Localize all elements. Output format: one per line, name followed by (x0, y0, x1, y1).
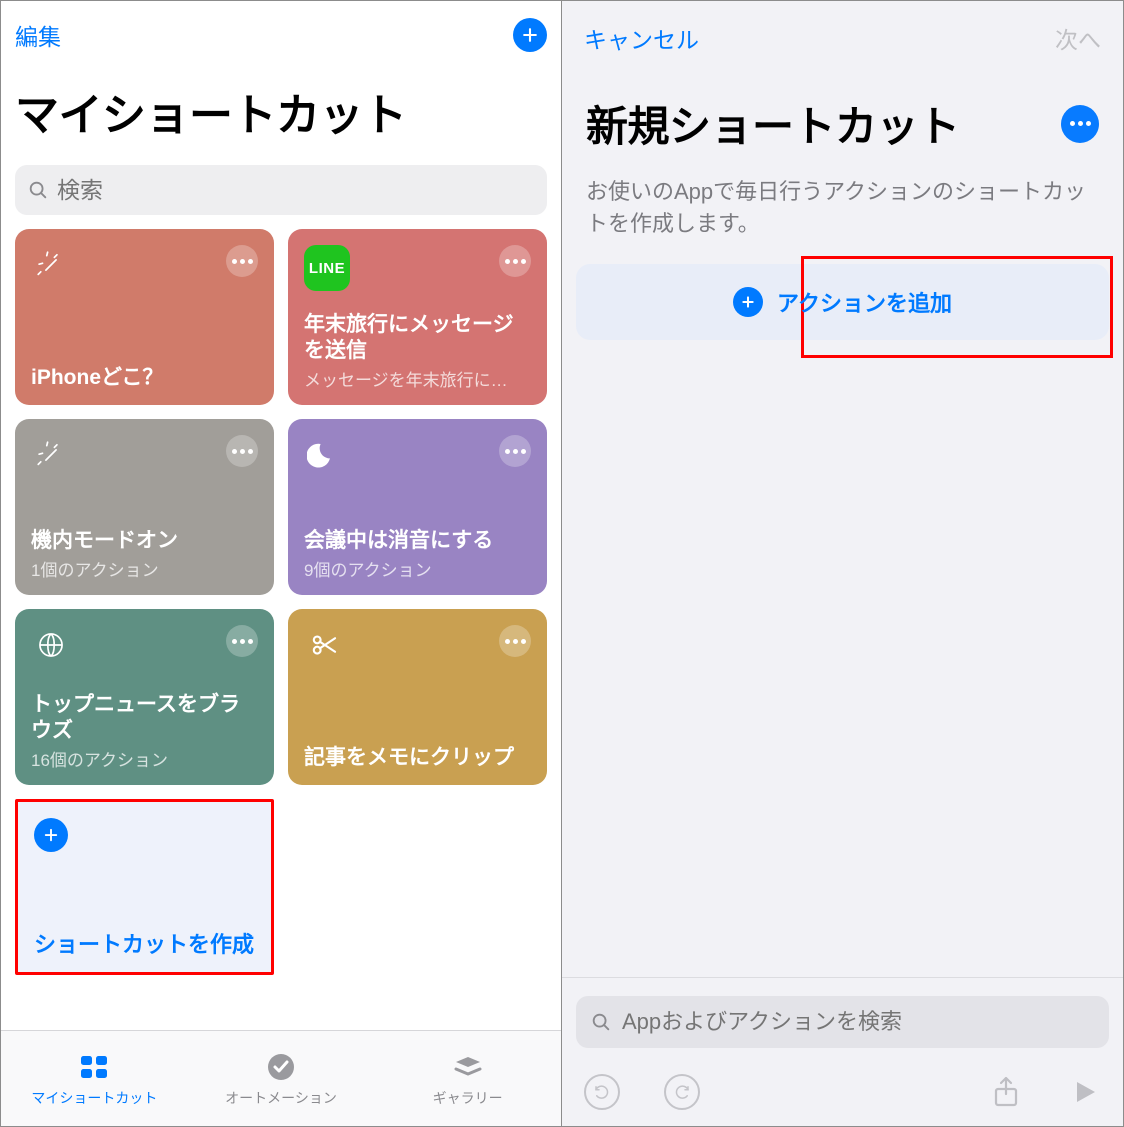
tile-subtitle: 16個のアクション (31, 746, 258, 771)
tile-subtitle: メッセージを年末旅行に… (304, 366, 531, 391)
my-shortcuts-pane: 編集 マイショートカット iPhoneどこ？ (1, 1, 562, 1126)
search-input[interactable] (57, 177, 535, 204)
wand-icon (31, 435, 71, 475)
share-icon (989, 1075, 1023, 1109)
tile-title: 記事をメモにクリップ (304, 745, 531, 771)
tab-label: マイショートカット (31, 1088, 157, 1108)
run-button[interactable] (1067, 1075, 1101, 1109)
plus-icon (520, 25, 540, 45)
shortcut-tile-top-news[interactable]: トップニュースをブラウズ 16個のアクション (15, 609, 274, 785)
line-app-icon: LINE (304, 245, 350, 291)
new-shortcut-plus-button[interactable] (513, 18, 547, 52)
wand-icon (31, 245, 71, 285)
page-title: マイショートカット (1, 55, 561, 147)
tile-more-button[interactable] (226, 625, 258, 657)
undo-button[interactable] (584, 1074, 620, 1110)
tile-title: 会議中は消音にする (304, 528, 531, 554)
search-bar[interactable] (15, 165, 547, 215)
new-shortcut-title: 新規ショートカット (586, 93, 960, 154)
right-bottom-area (562, 977, 1123, 1126)
create-shortcut-tile[interactable]: ショートカットを作成 (15, 799, 274, 975)
new-shortcut-pane: キャンセル 次へ 新規ショートカット お使いのAppで毎日行うアクションのショー… (562, 1, 1123, 1126)
tile-title: 年末旅行にメッセージを送信 (304, 312, 531, 365)
shortcut-tile-trip-message[interactable]: LINE 年末旅行にメッセージを送信 メッセージを年末旅行に… (288, 229, 547, 405)
app-action-search-input[interactable] (622, 1009, 1095, 1035)
globe-icon (31, 625, 71, 665)
plus-icon (34, 818, 68, 852)
share-button[interactable] (989, 1075, 1023, 1109)
shortcut-tile-clip-memo[interactable]: 記事をメモにクリップ (288, 609, 547, 785)
tile-more-button[interactable] (226, 245, 258, 277)
tab-automation[interactable]: オートメーション (188, 1031, 375, 1126)
right-topbar: キャンセル 次へ (562, 1, 1123, 57)
tab-label: オートメーション (225, 1088, 337, 1108)
tile-more-button[interactable] (226, 435, 258, 467)
redo-button[interactable] (664, 1074, 700, 1110)
plus-icon (733, 287, 763, 317)
grid-icon (77, 1050, 111, 1084)
tile-title: 機内モードオン (31, 528, 258, 554)
tile-title: iPhoneどこ？ (31, 365, 258, 391)
gallery-icon (451, 1050, 485, 1084)
cancel-button[interactable]: キャンセル (584, 21, 699, 55)
play-icon (1067, 1075, 1101, 1109)
tab-my-shortcuts[interactable]: マイショートカット (1, 1031, 188, 1126)
tile-title: トップニュースをブラウズ (31, 692, 258, 745)
editor-toolbar (562, 1058, 1123, 1126)
moon-icon (304, 435, 344, 475)
search-icon (590, 1011, 612, 1033)
create-shortcut-label: ショートカットを作成 (34, 931, 255, 959)
app-action-search-bar[interactable] (576, 996, 1109, 1048)
next-button[interactable]: 次へ (1055, 21, 1101, 55)
undo-icon (593, 1083, 611, 1101)
redo-icon (673, 1083, 691, 1101)
shortcut-tile-meeting-mute[interactable]: 会議中は消音にする 9個のアクション (288, 419, 547, 595)
tile-more-button[interactable] (499, 435, 531, 467)
shortcut-tile-airplane-mode[interactable]: 機内モードオン 1個のアクション (15, 419, 274, 595)
tile-subtitle: 1個のアクション (31, 556, 258, 581)
search-icon (27, 179, 49, 201)
tab-label: ギャラリー (433, 1088, 503, 1108)
new-shortcut-description: お使いのAppで毎日行うアクションのショートカットを作成します。 (562, 162, 1123, 252)
tile-more-button[interactable] (499, 245, 531, 277)
tab-bar: マイショートカット オートメーション ギャラリー (1, 1030, 561, 1126)
left-topbar: 編集 (1, 1, 561, 55)
add-action-button[interactable]: アクションを追加 (576, 264, 1109, 340)
tab-gallery[interactable]: ギャラリー (374, 1031, 561, 1126)
tile-more-button[interactable] (499, 625, 531, 657)
add-action-label: アクションを追加 (777, 286, 952, 318)
tile-subtitle: 9個のアクション (304, 556, 531, 581)
shortcuts-grid: iPhoneどこ？ LINE 年末旅行にメッセージを送信 メッセージを年末旅行に… (1, 229, 561, 989)
shortcut-settings-button[interactable] (1061, 105, 1099, 143)
edit-button[interactable]: 編集 (15, 18, 61, 52)
shortcut-tile-iphone-where[interactable]: iPhoneどこ？ (15, 229, 274, 405)
automation-icon (264, 1050, 298, 1084)
scissors-icon (304, 625, 344, 665)
